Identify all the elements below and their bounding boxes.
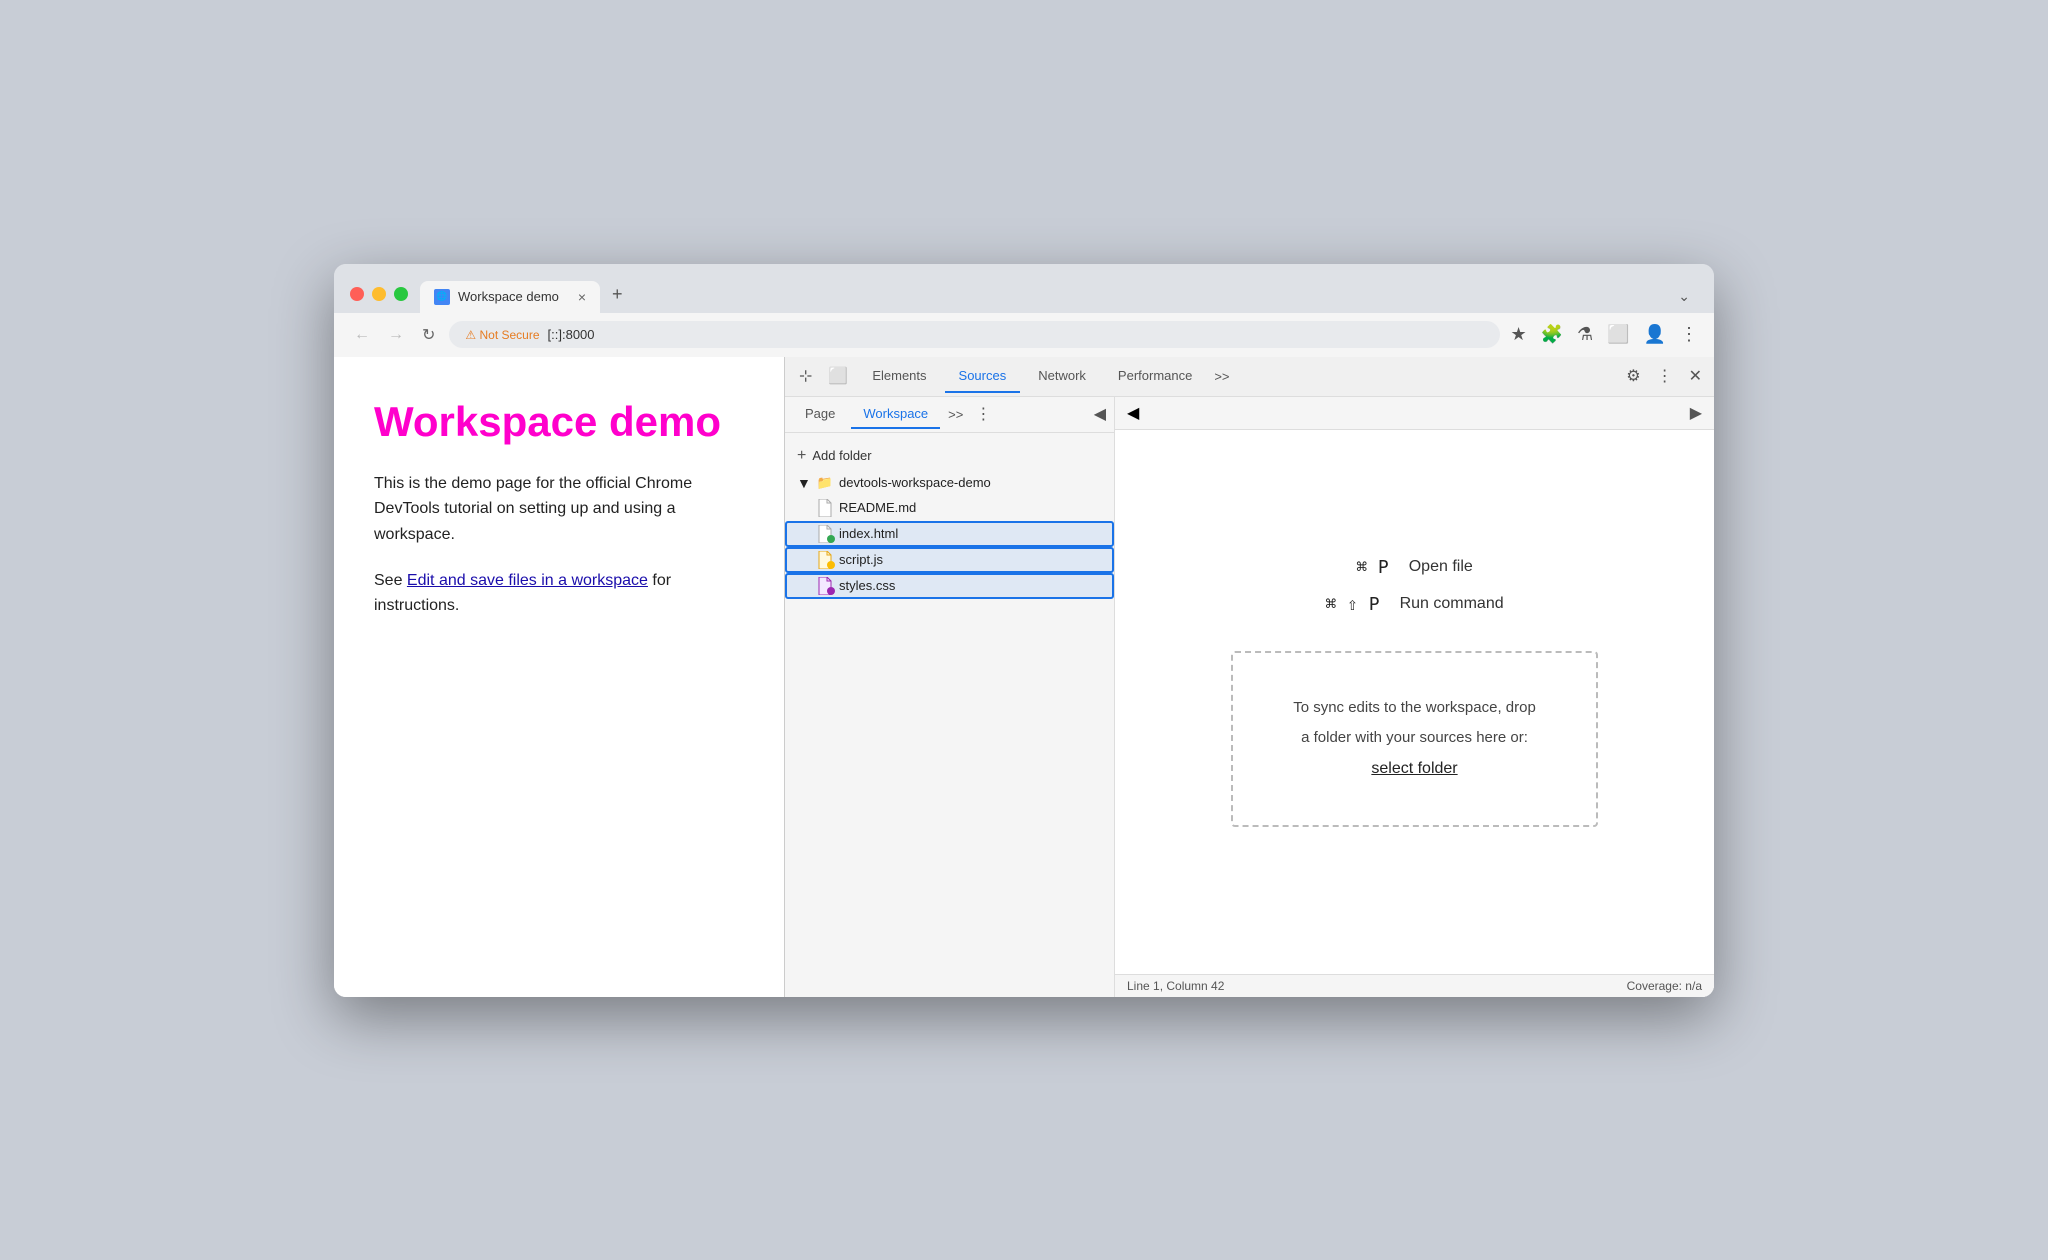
status-coverage: Coverage: n/a [1627,979,1702,993]
bookmark-icon[interactable]: ★ [1510,324,1526,345]
file-tree-more-icon[interactable]: >> [944,401,967,428]
page-description: This is the demo page for the official C… [374,471,744,548]
file-tree-options-icon[interactable]: ⋮ [971,398,995,430]
file-name-css: styles.css [839,578,895,593]
menu-icon[interactable]: ⋮ [1680,324,1698,345]
devtools-close-icon[interactable]: ✕ [1685,362,1706,390]
tab-elements[interactable]: Elements [858,360,940,393]
file-name-html: index.html [839,526,898,541]
browser-content: Workspace demo This is the demo page for… [334,357,1714,997]
split-screen-icon[interactable]: ⬜ [1607,324,1629,345]
tab-performance[interactable]: Performance [1104,360,1206,393]
folder-item[interactable]: ▼ 📁 devtools-workspace-demo [785,471,1114,495]
file-item-readme[interactable]: README.md [785,495,1114,521]
folder-expand-icon: ▼ [797,475,811,491]
sources-panel: Page Workspace >> ⋮ ◀ + Add folder ▼ [785,397,1714,997]
add-folder-label: Add folder [812,448,871,463]
file-item-styles-css[interactable]: styles.css [785,573,1114,599]
more-tabs-icon[interactable]: >> [1210,361,1233,392]
tab-favicon-icon: 🌐 [434,289,450,305]
file-name-readme: README.md [839,500,916,515]
main-panel-toolbar: ◀ ▶ [1115,397,1714,430]
settings-icon[interactable]: ⚙ [1622,362,1644,390]
back-button[interactable]: ← [350,322,374,348]
drop-zone-line1: To sync edits to the workspace, drop [1293,699,1536,716]
main-panel: ◀ ▶ ⌘ P Open file ⌘ ⇧ P Run command [1115,397,1714,997]
page-tutorial-link[interactable]: Edit and save files in a workspace [407,572,648,589]
file-name-js: script.js [839,552,883,567]
file-icon-wrapper-js [817,551,833,569]
new-tab-button[interactable]: + [604,276,631,313]
main-content: ⌘ P Open file ⌘ ⇧ P Run command To sync … [1115,430,1714,974]
security-indicator: ⚠ Not Secure [465,328,539,342]
tab-close-icon[interactable]: × [578,289,586,305]
address-input[interactable]: ⚠ Not Secure [::]:8000 [449,321,1500,348]
browser-tab-active[interactable]: 🌐 Workspace demo × [420,281,600,313]
forward-button[interactable]: → [384,322,408,348]
device-toggle-icon[interactable]: ⬜ [822,358,854,394]
traffic-lights [350,287,408,301]
devtools-kebab-icon[interactable]: ⋮ [1653,362,1677,390]
toggle-sidebar-icon[interactable]: ◀ [1127,403,1139,423]
file-icon-wrapper-html [817,525,833,543]
file-icon-readme [817,499,833,517]
devtools-panel: ⊹ ⬜ Elements Sources Network Performance… [784,357,1714,997]
title-bar: 🌐 Workspace demo × + ⌄ [334,264,1714,313]
url-display: [::]:8000 [548,327,595,342]
folder-name: devtools-workspace-demo [839,475,991,490]
select-folder-link[interactable]: select folder [1371,760,1457,777]
page-see-prefix: See [374,572,407,589]
file-dot-css [827,587,835,595]
tab-network[interactable]: Network [1024,360,1100,393]
minimize-button[interactable] [372,287,386,301]
file-tree: Page Workspace >> ⋮ ◀ + Add folder ▼ [785,397,1115,997]
drop-zone[interactable]: To sync edits to the workspace, drop a f… [1231,651,1598,827]
shortcut-run-command: ⌘ ⇧ P Run command [1325,594,1503,615]
extensions-icon[interactable]: 🧩 [1541,324,1563,345]
close-button[interactable] [350,287,364,301]
inspect-element-icon[interactable]: ⊹ [793,358,818,394]
file-tree-tabs: Page Workspace >> ⋮ ◀ [785,397,1114,433]
profile-icon[interactable]: 👤 [1644,324,1666,345]
tab-page[interactable]: Page [793,400,847,429]
drop-zone-line2: a folder with your sources here or: [1301,729,1528,746]
tab-overflow-icon[interactable]: ⌄ [1670,280,1698,313]
refresh-button[interactable]: ↻ [418,321,439,349]
file-item-script-js[interactable]: script.js [785,547,1114,573]
status-bar: Line 1, Column 42 Coverage: n/a [1115,974,1714,997]
file-icon-wrapper-readme [817,499,833,517]
devtools-toolbar: ⊹ ⬜ Elements Sources Network Performance… [785,357,1714,397]
shortcut-label-run: Run command [1400,595,1504,613]
page-see-also: See Edit and save files in a workspace f… [374,568,744,619]
status-position: Line 1, Column 42 [1127,979,1224,993]
tab-bar: 🌐 Workspace demo × + ⌄ [420,276,1698,313]
collapse-file-tree-icon[interactable]: ◀ [1094,404,1106,424]
address-bar: ← → ↻ ⚠ Not Secure [::]:8000 ★ 🧩 ⚗ ⬜ 👤 ⋮ [334,313,1714,357]
shortcut-keys-run: ⌘ ⇧ P [1325,594,1379,615]
page-title: Workspace demo [374,397,744,447]
tab-sources[interactable]: Sources [945,360,1021,393]
maximize-button[interactable] [394,287,408,301]
folder-icon-symbol: 📁 [817,475,833,491]
shortcut-label-open: Open file [1409,558,1473,576]
devtools-toolbar-right: ⚙ ⋮ ✕ [1622,362,1706,390]
file-dot-html [827,535,835,543]
add-folder-button[interactable]: + Add folder [785,441,1114,471]
file-tree-content: + Add folder ▼ 📁 devtools-workspace-demo [785,433,1114,997]
page-content: Workspace demo This is the demo page for… [334,357,784,997]
collapse-panel-icon[interactable]: ▶ [1690,403,1702,423]
labs-icon[interactable]: ⚗ [1577,324,1593,345]
file-dot-js [827,561,835,569]
browser-window: 🌐 Workspace demo × + ⌄ ← → ↻ ⚠ Not Secur… [334,264,1714,997]
add-folder-icon: + [797,447,806,465]
file-item-index-html[interactable]: index.html [785,521,1114,547]
shortcut-open-file: ⌘ P Open file [1356,557,1473,578]
tab-title: Workspace demo [458,289,559,304]
shortcut-keys-open: ⌘ P [1356,557,1389,578]
file-icon-wrapper-css [817,577,833,595]
tab-workspace[interactable]: Workspace [851,400,940,429]
browser-toolbar-icons: ★ 🧩 ⚗ ⬜ 👤 ⋮ [1510,324,1698,345]
